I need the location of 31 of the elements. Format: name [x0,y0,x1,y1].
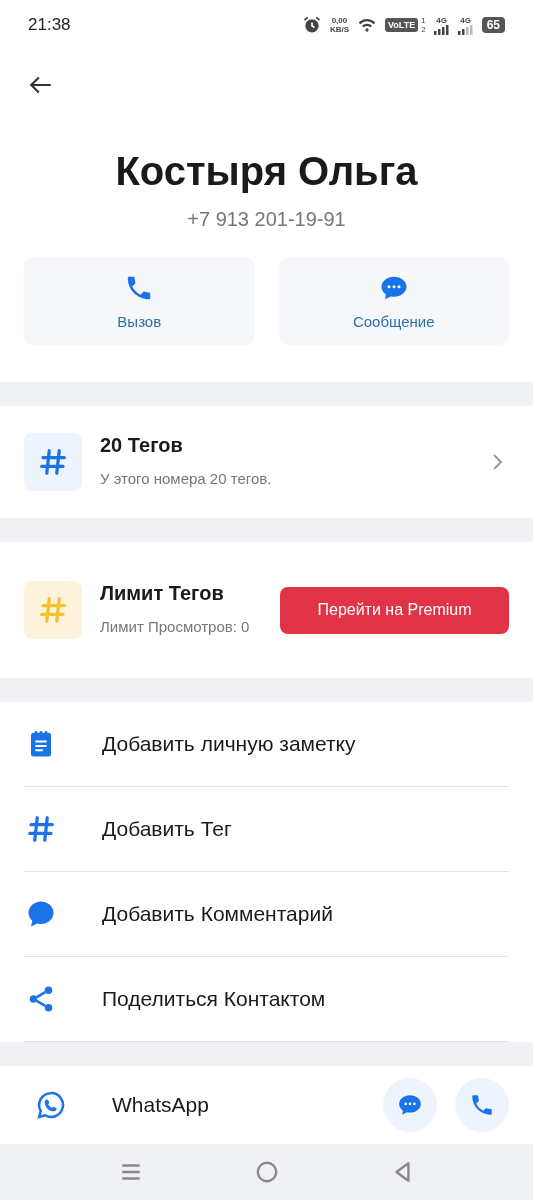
premium-button[interactable]: Перейти на Premium [280,586,509,634]
menu-item[interactable]: Добавить Тег [24,787,509,872]
contact-name: Костыря Ольга [114,149,419,194]
tags-subtitle: У этого номера 20 тегов. [100,469,273,489]
whatsapp-icon [36,1090,66,1120]
speed-unit: KB/S [329,25,349,34]
sim-number: 2 [421,25,426,34]
menu-item[interactable]: Добавить Комментарий [24,872,509,957]
clock-time: 21:38 [28,15,71,35]
whatsapp-label: WhatsApp [112,1093,209,1117]
tags-row[interactable]: 20 Тегов У этого номера 20 тегов. [0,406,533,518]
tags-title: 20 Тегов [100,434,184,457]
network-type: 4G [460,15,471,25]
speed-value: 0,00 [330,16,349,25]
network-type: 4G [436,15,447,25]
phone-icon [469,1092,495,1118]
alarm-icon [301,15,322,35]
volte-badge: VoLTE [385,18,419,32]
signal-icon [457,24,474,35]
sim-number: 1 [421,16,426,25]
signal-icon [433,24,450,35]
battery-indicator: 65 [481,17,505,33]
call-button[interactable]: Вызов [24,257,255,345]
hash-icon [24,433,82,491]
limit-title: Лимит Тегов [100,582,225,605]
phone-number: +7 913 201-19-91 [186,208,347,231]
chat-bubble-icon [397,1092,423,1118]
menu-item[interactable]: Добавить личную заметку [24,702,509,787]
message-button[interactable]: Сообщение [278,257,509,345]
limit-subtitle: Лимит Просмотров: 0 [100,617,251,637]
hash-icon [24,581,82,639]
